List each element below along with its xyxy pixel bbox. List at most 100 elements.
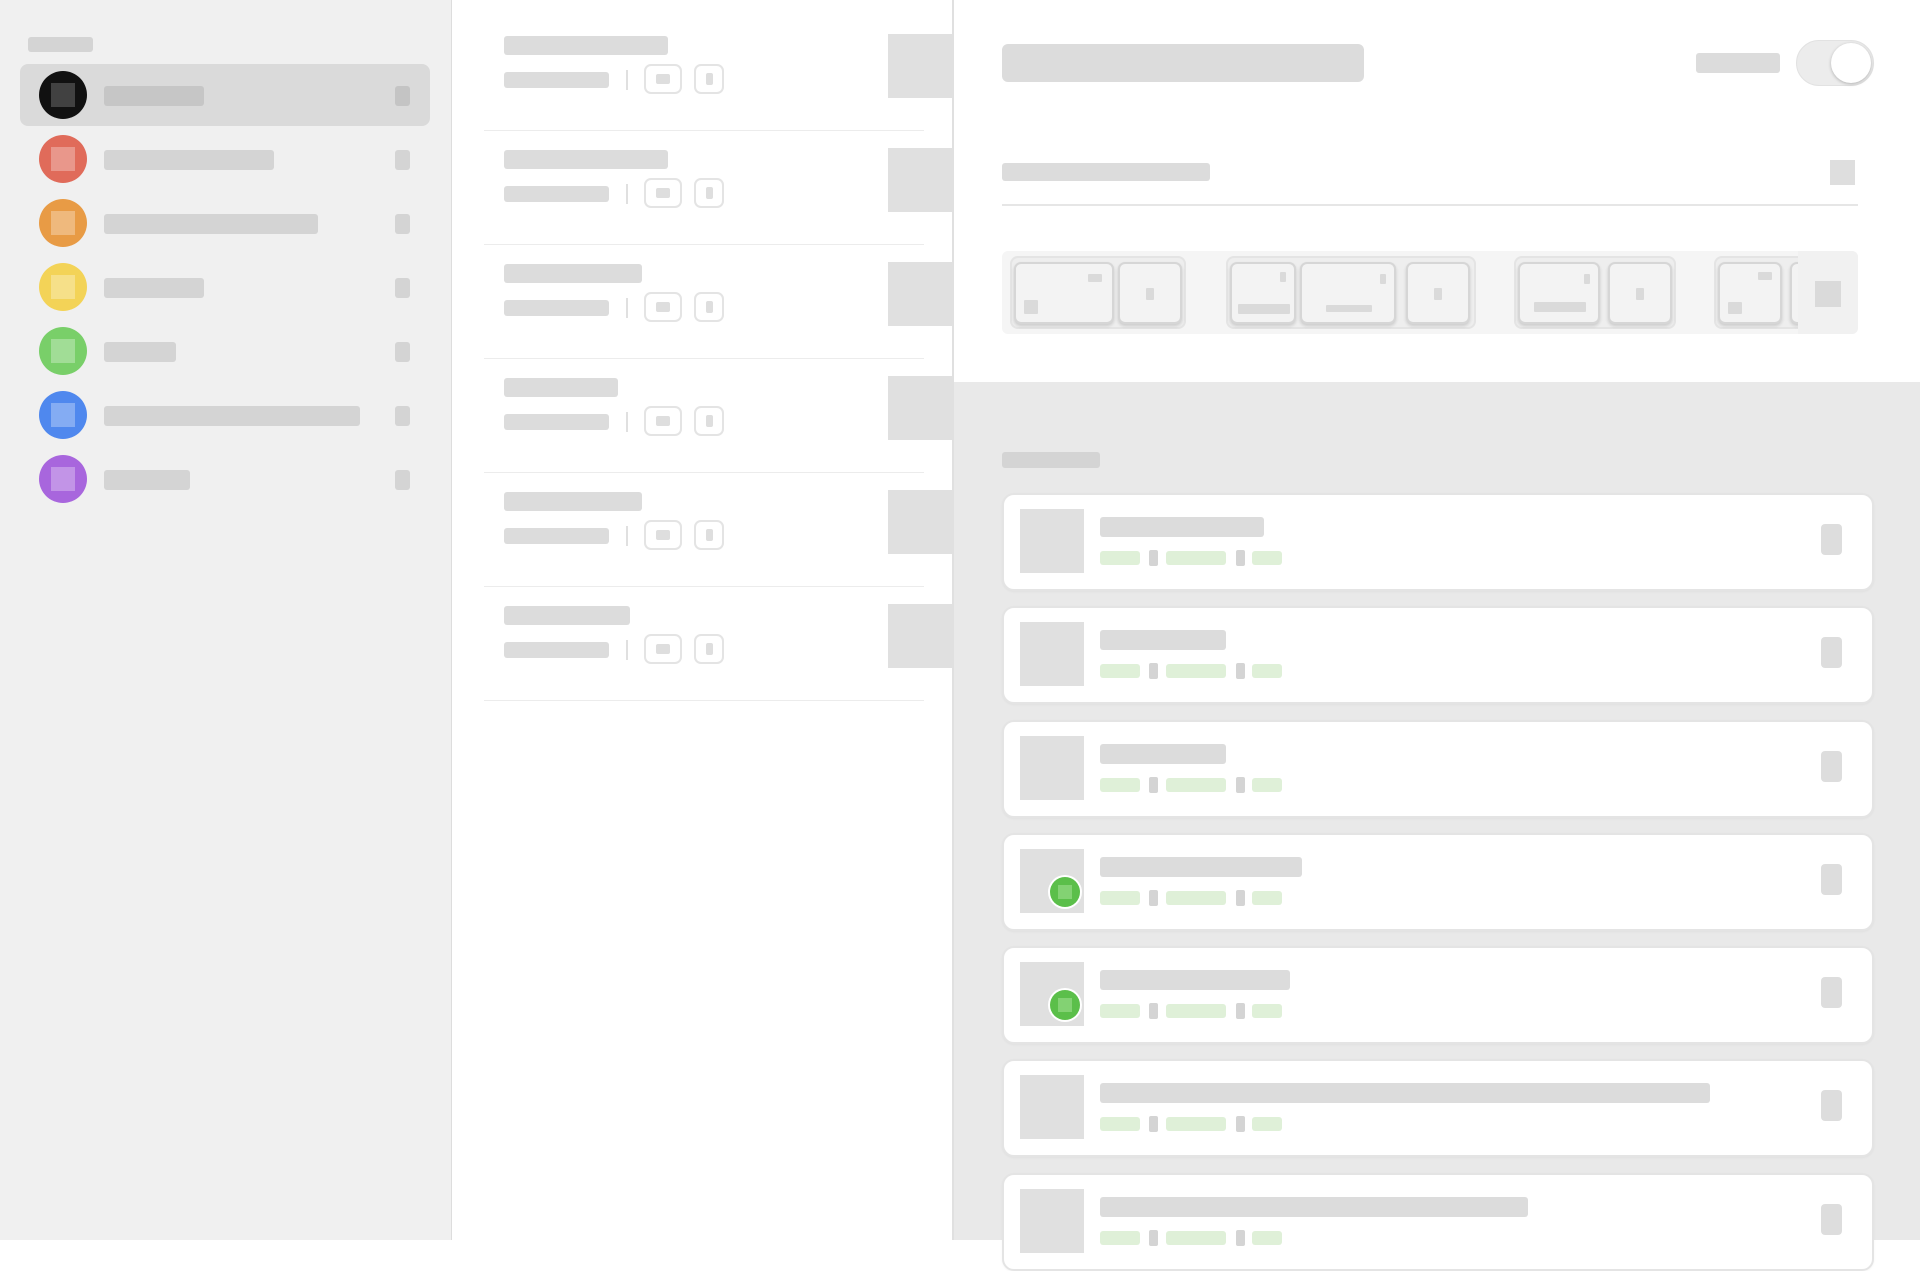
list-item-subtitle <box>504 642 609 658</box>
list-item[interactable] <box>484 358 952 473</box>
card-meta <box>1166 1004 1226 1018</box>
card-meta-separator <box>1236 1116 1245 1132</box>
list-item-subtitle <box>504 528 609 544</box>
sidebar-item-purple[interactable] <box>20 448 430 510</box>
sidebar-item-label <box>104 470 190 490</box>
list-item-subtitle <box>504 72 609 88</box>
card-meta <box>1252 778 1282 792</box>
count-chip-icon <box>694 178 724 208</box>
yellow-circle-icon <box>39 263 87 311</box>
sidebar-item-label <box>104 342 176 362</box>
sidebar-item-label <box>104 278 204 298</box>
more-icon <box>1815 281 1841 307</box>
card-action-icon[interactable] <box>1821 1090 1842 1121</box>
list-card[interactable] <box>1002 1173 1874 1271</box>
toggle-switch[interactable] <box>1796 40 1874 86</box>
detail-title <box>1002 44 1364 82</box>
sidebar-item-label <box>104 150 274 170</box>
card-thumbnail-icon <box>1020 1189 1084 1253</box>
card-meta <box>1100 551 1140 565</box>
item-list <box>452 0 954 1240</box>
strip-scroll-button[interactable] <box>1798 251 1858 334</box>
card-thumbnail-icon <box>1020 622 1084 686</box>
divider <box>626 298 628 318</box>
list-item[interactable] <box>484 244 952 359</box>
sidebar-item-orange[interactable] <box>20 192 430 254</box>
list-card[interactable] <box>1002 493 1874 591</box>
divider <box>1002 204 1858 206</box>
card-meta-separator <box>1149 1230 1158 1246</box>
card-meta <box>1166 891 1226 905</box>
count-chip-icon <box>694 406 724 436</box>
list-heading <box>1002 452 1100 468</box>
card-meta-separator <box>1236 550 1245 566</box>
divider <box>626 70 628 90</box>
sidebar-item-blue[interactable] <box>20 384 430 446</box>
list-item-title <box>504 36 668 55</box>
purple-circle-icon <box>39 455 87 503</box>
card-action-icon[interactable] <box>1821 1204 1842 1235</box>
card-action-icon[interactable] <box>1821 751 1842 782</box>
keycap-icon[interactable] <box>1718 262 1782 324</box>
list-card[interactable] <box>1002 606 1874 704</box>
green-circle-icon <box>39 327 87 375</box>
tag-chip-icon <box>644 292 682 322</box>
tag-chip-icon <box>644 406 682 436</box>
list-item-title <box>504 264 642 283</box>
key-strip <box>1002 251 1858 334</box>
card-meta-separator <box>1149 550 1158 566</box>
card-action-icon[interactable] <box>1821 524 1842 555</box>
card-action-icon[interactable] <box>1821 637 1842 668</box>
list-item[interactable] <box>484 586 952 701</box>
list-item-subtitle <box>504 414 609 430</box>
card-action-icon[interactable] <box>1821 864 1842 895</box>
card-meta <box>1166 1231 1226 1245</box>
list-item[interactable] <box>484 130 952 245</box>
card-meta-separator <box>1149 777 1158 793</box>
tag-chip-icon <box>644 634 682 664</box>
keycap-icon[interactable] <box>1230 262 1296 324</box>
detail-header <box>954 0 1920 382</box>
card-meta <box>1166 664 1226 678</box>
keycap-icon[interactable] <box>1608 262 1672 324</box>
list-card[interactable] <box>1002 1059 1874 1157</box>
sidebar-item-black[interactable] <box>20 64 430 126</box>
keycap-icon[interactable] <box>1014 262 1114 324</box>
image-thumbnail-icon <box>888 604 952 668</box>
keycap-icon[interactable] <box>1406 262 1470 324</box>
list-card[interactable] <box>1002 833 1874 931</box>
card-title <box>1100 857 1302 877</box>
green-status-badge-icon <box>1050 877 1080 907</box>
card-title <box>1100 744 1226 764</box>
count-chip-icon <box>694 64 724 94</box>
list-card[interactable] <box>1002 946 1874 1044</box>
card-title <box>1100 1197 1528 1217</box>
card-meta <box>1252 1117 1282 1131</box>
card-meta-separator <box>1236 777 1245 793</box>
sidebar-item-count <box>395 278 410 298</box>
image-thumbnail-icon <box>888 376 952 440</box>
sidebar-item-yellow[interactable] <box>20 256 430 318</box>
image-thumbnail-icon <box>888 490 952 554</box>
list-card[interactable] <box>1002 720 1874 818</box>
list-item[interactable] <box>484 472 952 587</box>
list-item[interactable] <box>484 16 952 131</box>
key-group <box>1514 256 1676 329</box>
keycap-icon[interactable] <box>1518 262 1600 324</box>
sidebar-heading-placeholder <box>28 37 93 52</box>
keycap-icon[interactable] <box>1300 262 1396 324</box>
image-thumbnail-icon <box>888 262 952 326</box>
card-meta <box>1166 1117 1226 1131</box>
count-chip-icon <box>694 634 724 664</box>
sidebar-item-green[interactable] <box>20 320 430 382</box>
card-action-icon[interactable] <box>1821 977 1842 1008</box>
sidebar-item-count <box>395 150 410 170</box>
keycap-icon[interactable] <box>1118 262 1182 324</box>
card-meta-separator <box>1149 1003 1158 1019</box>
sidebar-item-red[interactable] <box>20 128 430 190</box>
card-meta-separator <box>1149 1116 1158 1132</box>
key-group <box>1226 256 1476 329</box>
list-item-title <box>504 378 618 397</box>
section-options-icon[interactable] <box>1830 160 1855 185</box>
sidebar-item-count <box>395 214 410 234</box>
